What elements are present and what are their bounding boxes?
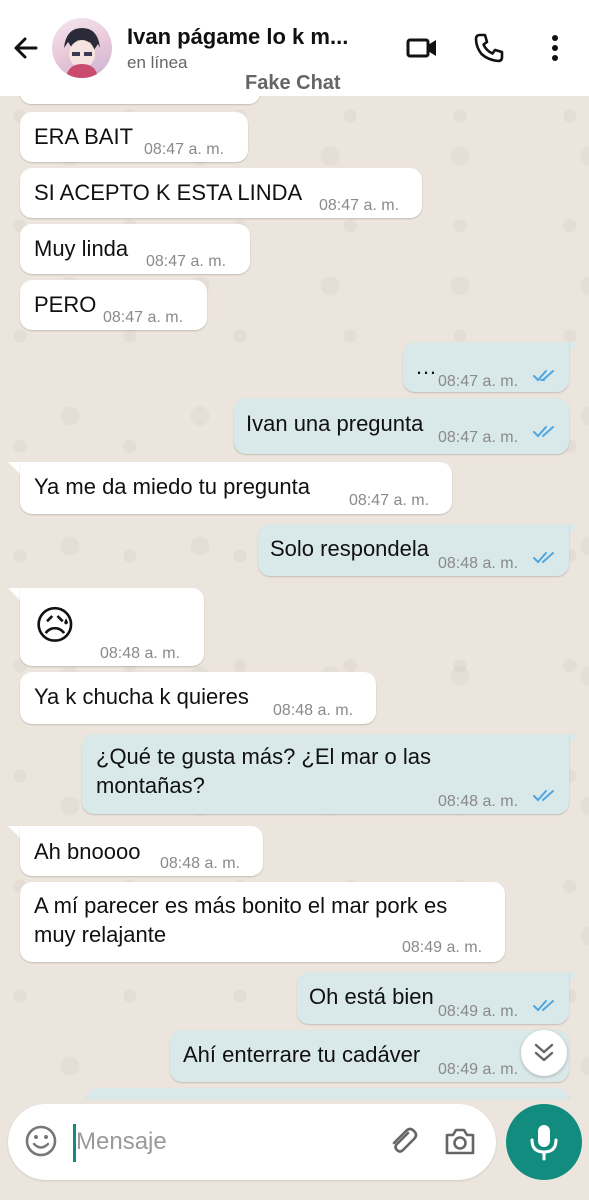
message-time: 08:47 a. m. — [438, 373, 519, 390]
contact-avatar[interactable] — [52, 18, 112, 78]
message-bubble-incoming[interactable]: SI ACEPTO K ESTA LINDA 08:47 a. m. — [20, 168, 422, 218]
microphone-icon — [530, 1125, 558, 1161]
message-bubble-outgoing[interactable]: Ivan una pregunta 08:47 a. m. — [234, 398, 569, 454]
read-receipt-icon — [533, 426, 554, 438]
message-text: ERA BAIT — [34, 124, 134, 149]
message-time: 08:48 a. m. — [100, 645, 181, 662]
avatar-image — [64, 28, 100, 78]
emoji-button[interactable] — [24, 1124, 58, 1158]
emoji-icon — [25, 1125, 57, 1157]
message-composer[interactable] — [8, 1104, 496, 1180]
attach-button[interactable] — [386, 1124, 420, 1158]
fake-chat-watermark: Fake Chat — [245, 72, 341, 94]
message-text: … — [415, 354, 437, 379]
message-time: 08:47 a. m. — [146, 253, 227, 270]
voice-message-button[interactable] — [506, 1104, 582, 1180]
message-bubble-outgoing[interactable]: … 08:47 a. m. — [403, 342, 569, 392]
voice-call-button[interactable] — [471, 30, 507, 66]
video-call-icon — [406, 38, 436, 58]
phone-icon — [474, 33, 504, 63]
chat-messages[interactable]: ERA BAIT 08:47 a. m. SI ACEPTO K ESTA LI… — [0, 96, 589, 1100]
message-bubble-incoming[interactable]: Ya me da miedo tu pregunta 08:47 a. m. — [20, 462, 452, 514]
read-receipt-icon — [533, 552, 554, 564]
message-bubble-incoming[interactable]: Ah bnoooo 08:48 a. m. — [20, 826, 263, 876]
message-time: 08:49 a. m. — [438, 1003, 519, 1020]
message-time: 08:48 a. m. — [160, 855, 241, 872]
message-time: 08:47 a. m. — [144, 141, 225, 158]
message-bubble-partial — [86, 1088, 569, 1100]
message-time: 08:48 a. m. — [273, 702, 354, 719]
message-bubble-outgoing[interactable]: Oh está bien 08:49 a. m. — [297, 972, 569, 1024]
message-text-line1: ¿Qué te gusta más? ¿El mar o las — [96, 744, 432, 769]
message-bubble-incoming[interactable]: Ya k chucha k quieres 08:48 a. m. — [20, 672, 376, 724]
read-receipt-icon — [533, 790, 554, 802]
message-text: PERO — [34, 292, 97, 317]
message-time: 08:49 a. m. — [402, 939, 483, 956]
paperclip-icon — [392, 1127, 418, 1153]
contact-status: en línea — [127, 53, 188, 72]
message-time: 08:47 a. m. — [319, 197, 400, 214]
message-text-line2: montañas? — [96, 773, 205, 798]
camera-icon — [445, 1128, 475, 1155]
message-text-line1: A mí parecer es más bonito el mar pork e… — [34, 893, 448, 918]
message-text: Oh está bien — [309, 984, 434, 1009]
message-time: 08:49 a. m. — [438, 1061, 519, 1078]
read-receipt-icon — [533, 1000, 554, 1012]
message-text: Ah bnoooo — [34, 839, 141, 864]
message-text: Solo respondela — [270, 536, 430, 561]
message-text: Muy linda — [34, 236, 129, 261]
scroll-to-bottom-button[interactable] — [521, 1030, 567, 1076]
video-call-button[interactable] — [404, 30, 440, 66]
message-time: 08:47 a. m. — [438, 429, 519, 446]
double-chevron-down-icon — [534, 1043, 554, 1062]
message-bubble-incoming[interactable]: A mí parecer es más bonito el mar pork e… — [20, 882, 505, 962]
message-text: Ivan una pregunta — [246, 411, 424, 436]
message-text: Ya me da miedo tu pregunta — [34, 474, 310, 499]
contact-name[interactable]: Ivan págame lo k m... — [127, 24, 348, 50]
message-time: 08:48 a. m. — [438, 793, 519, 810]
message-bubble-incoming[interactable]: ERA BAIT 08:47 a. m. — [20, 112, 248, 162]
arrow-back-icon — [14, 37, 38, 59]
camera-button[interactable] — [442, 1124, 478, 1160]
more-options-button[interactable] — [537, 30, 573, 66]
read-receipt-icon — [533, 370, 554, 382]
message-time: 08:47 a. m. — [349, 492, 430, 509]
message-bubble-outgoing[interactable]: Ahí enterrare tu cadáver 08:49 a. m. — [170, 1030, 569, 1082]
message-bubble-outgoing[interactable]: Solo respondela 08:48 a. m. — [258, 524, 569, 576]
message-text: SI ACEPTO K ESTA LINDA — [34, 180, 303, 205]
back-button[interactable] — [8, 30, 44, 66]
more-vertical-icon — [552, 35, 558, 61]
message-time: 08:48 a. m. — [438, 555, 519, 572]
message-bubble-incoming[interactable]: 😥 08:48 a. m. — [20, 588, 204, 666]
message-input[interactable] — [76, 1122, 376, 1162]
message-bubble-incoming[interactable]: PERO 08:47 a. m. — [20, 280, 207, 330]
message-time: 08:47 a. m. — [103, 309, 184, 326]
message-bubble-partial — [20, 96, 260, 104]
message-bubble-incoming[interactable]: Muy linda 08:47 a. m. — [20, 224, 250, 274]
message-text: Ahí enterrare tu cadáver — [183, 1042, 421, 1067]
message-text-line2: muy relajante — [34, 922, 167, 947]
message-emoji: 😥 — [34, 604, 76, 648]
message-text: Ya k chucha k quieres — [34, 684, 249, 709]
message-bubble-outgoing[interactable]: ¿Qué te gusta más? ¿El mar o las montaña… — [82, 734, 569, 814]
